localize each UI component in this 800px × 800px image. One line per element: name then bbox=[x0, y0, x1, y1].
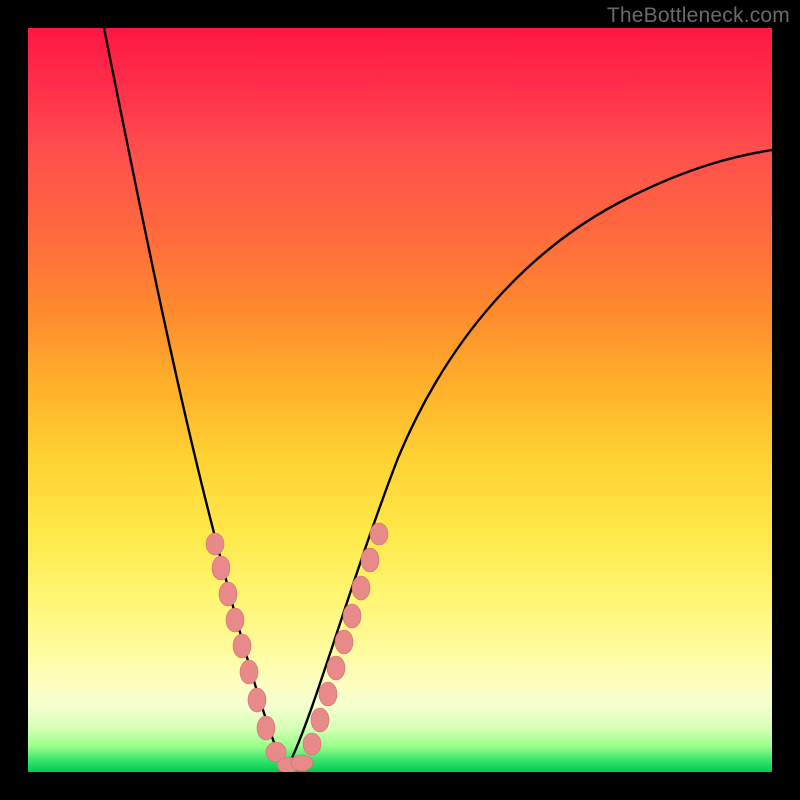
curve-left-branch bbox=[104, 28, 288, 766]
chart-frame: TheBottleneck.com bbox=[0, 0, 800, 800]
plot-area bbox=[28, 28, 772, 772]
curve-right-branch bbox=[288, 150, 772, 766]
watermark-text: TheBottleneck.com bbox=[607, 4, 790, 28]
chart-svg bbox=[28, 28, 772, 772]
